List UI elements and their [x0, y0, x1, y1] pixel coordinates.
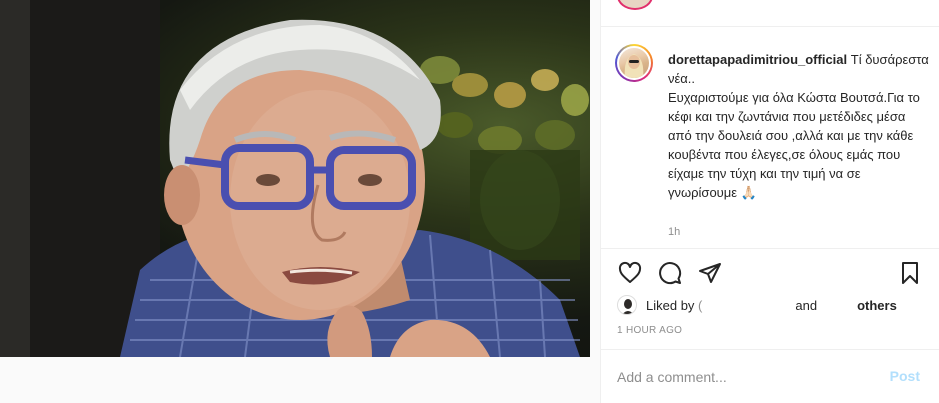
header-avatar[interactable]	[617, 0, 653, 10]
comment-box: Post	[601, 350, 939, 403]
comment-input[interactable]	[617, 368, 877, 386]
comment-button[interactable]	[657, 260, 683, 286]
like-button[interactable]	[617, 260, 643, 286]
likes-and: and	[795, 297, 818, 313]
post-side-panel: dorettapapadimitriou_official Τί δυσάρεσ…	[600, 0, 939, 403]
likes-others-link[interactable]: others	[857, 298, 897, 313]
comment-icon	[659, 262, 682, 285]
likes-first-user[interactable]: (	[698, 298, 702, 313]
share-button[interactable]	[697, 260, 723, 286]
caption-text: Τί δυσάρεστα νέα.. Ευχαριστούμε για όλα …	[668, 52, 929, 200]
action-bar	[617, 260, 927, 286]
likes-row: Liked by ( and others	[617, 294, 927, 316]
liker-avatar[interactable]	[617, 295, 637, 315]
portrait-illustration	[0, 0, 589, 357]
save-button[interactable]	[897, 260, 923, 286]
caption-username[interactable]: dorettapapadimitriou_official	[668, 52, 847, 67]
post-caption: dorettapapadimitriou_official Τί δυσάρεσ…	[668, 50, 930, 202]
caption-age[interactable]: 1h	[668, 226, 680, 238]
divider	[601, 26, 939, 27]
photo-footer-space	[0, 357, 600, 403]
likes-text: Liked by ( and others	[646, 298, 897, 313]
send-icon	[699, 263, 721, 283]
post-comment-button[interactable]: Post	[890, 368, 920, 384]
heart-icon	[618, 261, 642, 283]
post-timestamp[interactable]: 1 HOUR AGO	[617, 325, 682, 336]
divider	[601, 248, 939, 249]
caption-avatar[interactable]	[615, 44, 653, 82]
bookmark-icon	[902, 262, 918, 284]
post-photo[interactable]	[0, 0, 590, 357]
likes-prefix: Liked by	[646, 297, 699, 313]
